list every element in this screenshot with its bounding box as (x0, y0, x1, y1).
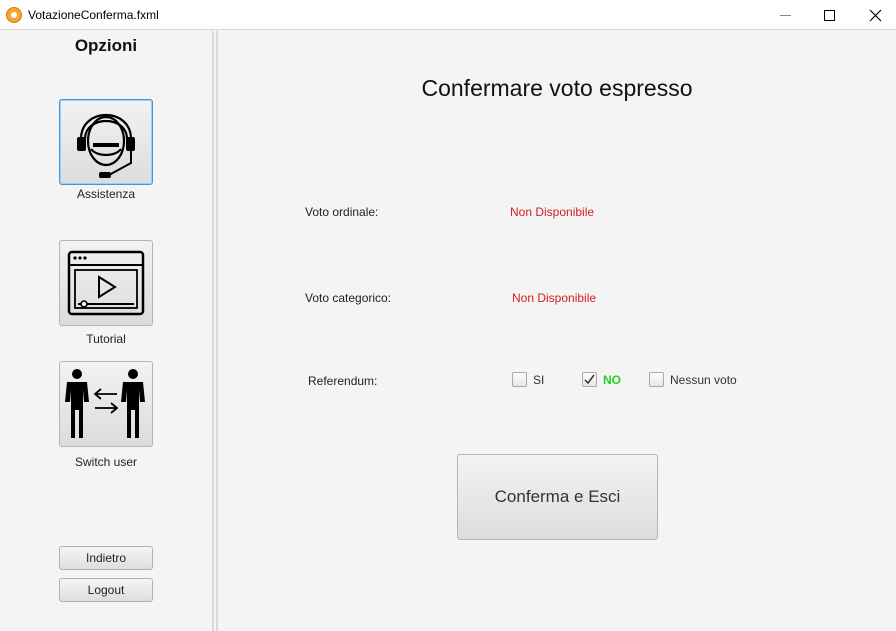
option-no-label: NO (603, 372, 621, 387)
app-icon (6, 7, 22, 23)
title-bar: VotazioneConferma.fxml (0, 0, 896, 30)
checkbox-no[interactable] (582, 372, 597, 387)
voto-categorico-value: Non Disponibile (512, 291, 597, 305)
switch-user-button[interactable] (59, 361, 153, 447)
tutorial-button[interactable] (59, 240, 153, 326)
referendum-option-nessun-voto[interactable]: Nessun voto (649, 372, 737, 387)
voto-ordinale-label: Voto ordinale: (305, 205, 379, 219)
referendum-option-si[interactable]: SI (512, 372, 544, 387)
headset-icon (77, 114, 135, 178)
assistenza-label: Assistenza (76, 187, 136, 201)
sidebar-divider[interactable] (212, 31, 214, 631)
voto-categorico-label: Voto categorico: (305, 291, 392, 305)
minimize-button[interactable] (762, 0, 808, 30)
confirm-exit-button[interactable]: Conferma e Esci (457, 454, 658, 540)
maximize-button[interactable] (806, 0, 852, 30)
checkbox-nessun-voto[interactable] (649, 372, 664, 387)
logout-button[interactable]: Logout (59, 578, 153, 602)
window-title: VotazioneConferma.fxml (28, 8, 159, 22)
option-si-label: SI (533, 372, 545, 387)
switch-user-label: Switch user (74, 455, 138, 469)
referendum-option-no[interactable]: NO (582, 372, 621, 387)
voto-ordinale-value: Non Disponibile (510, 205, 595, 219)
tutorial-label: Tutorial (86, 332, 126, 346)
referendum-label: Referendum: (308, 374, 378, 388)
main-panel: Confermare voto espresso Voto ordinale: … (218, 31, 896, 631)
sidebar: Opzioni Assistenza Tutorial Switch user … (0, 31, 212, 631)
option-nessun-voto-label: Nessun voto (670, 372, 737, 387)
checkbox-si[interactable] (512, 372, 527, 387)
close-button[interactable] (852, 0, 896, 30)
sidebar-title: Opzioni (74, 36, 138, 55)
video-player-icon (67, 250, 145, 316)
assistenza-button[interactable] (59, 99, 153, 185)
close-icon (869, 9, 881, 21)
switch-user-icon (65, 369, 145, 438)
maximize-icon (823, 9, 835, 21)
checkmark-icon (584, 374, 595, 385)
page-title: Confermare voto espresso (421, 75, 693, 101)
back-button[interactable]: Indietro (59, 546, 153, 570)
minimize-icon (779, 14, 791, 16)
